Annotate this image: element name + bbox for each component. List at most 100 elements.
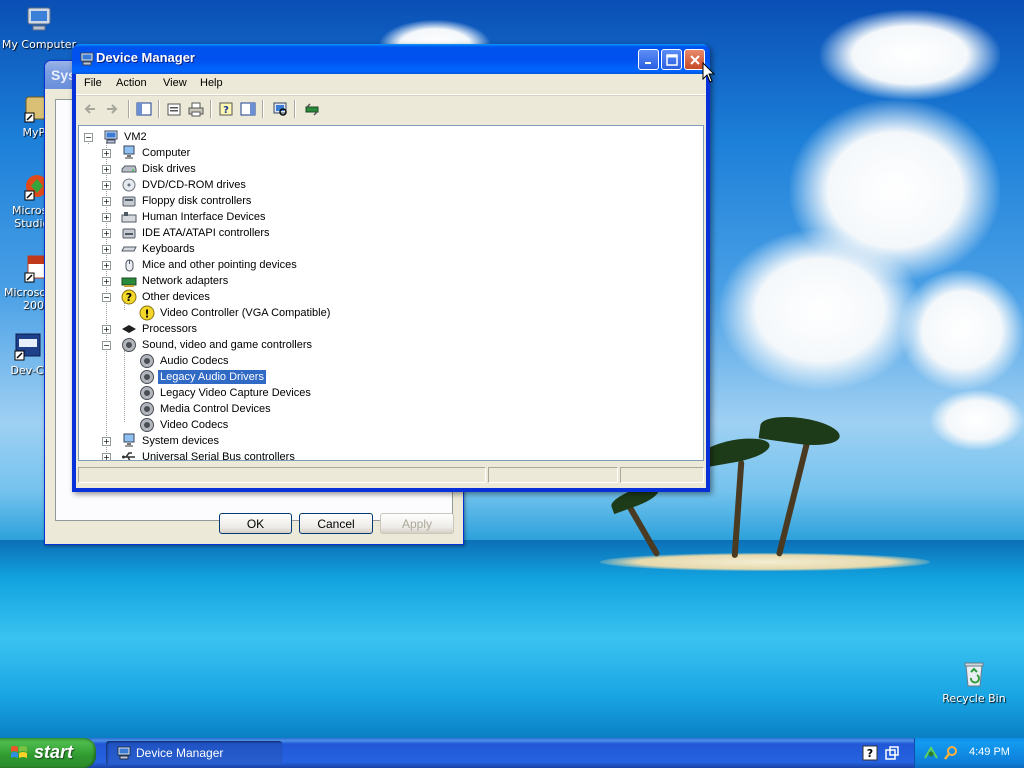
driver-icon xyxy=(305,103,319,116)
show-hide-console-tree-button[interactable] xyxy=(134,99,154,119)
tree-node-label-selected: Legacy Audio Drivers xyxy=(157,369,267,385)
collapse-toggle[interactable]: − xyxy=(102,292,111,302)
minimize-button[interactable] xyxy=(638,49,659,70)
system-tray: 4:49 PM xyxy=(914,738,1024,768)
scan-hardware-button[interactable] xyxy=(270,99,290,119)
windows-logo-icon xyxy=(11,746,27,758)
tree-device-video-controller[interactable]: ! Video Controller (VGA Compatible) xyxy=(139,305,332,321)
speaker-icon xyxy=(139,401,155,417)
tree-category-dvd-cdrom-drives[interactable]: + DVD/CD-ROM drives xyxy=(102,177,248,193)
properties-button[interactable] xyxy=(164,99,184,119)
tree-device-video-codecs[interactable]: Video Codecs xyxy=(139,417,230,433)
desktop-icon-recycle-bin[interactable]: Recycle Bin xyxy=(935,658,1013,705)
tree-line xyxy=(124,350,125,422)
status-cell xyxy=(620,467,704,483)
help-button[interactable]: ? xyxy=(216,99,236,119)
print-button[interactable] xyxy=(186,99,206,119)
tree-device-media-control-devices[interactable]: Media Control Devices xyxy=(139,401,273,417)
speaker-icon xyxy=(139,353,155,369)
tree-category-sound-video-game-controllers[interactable]: − Sound, video and game controllers xyxy=(102,337,314,353)
clock[interactable]: 4:49 PM xyxy=(969,746,1010,758)
apply-button[interactable]: Apply xyxy=(380,513,454,534)
tray-search-icon-button[interactable] xyxy=(943,745,959,764)
tree-category-ide-ata-atapi-controllers[interactable]: + IDE ATA/ATAPI controllers xyxy=(102,225,272,241)
expand-toggle[interactable]: + xyxy=(102,436,111,446)
desktop-icon-label: My Computer xyxy=(1,38,77,51)
cursor-arrow-icon xyxy=(702,61,716,83)
cd-drive-icon xyxy=(121,177,137,193)
tree-device-legacy-video-capture-devices[interactable]: Legacy Video Capture Devices xyxy=(139,385,313,401)
menu-file[interactable]: File xyxy=(84,77,102,89)
tree-category-computer[interactable]: + Computer xyxy=(102,145,192,161)
warning-device-icon: ! xyxy=(139,305,155,321)
expand-toggle[interactable]: + xyxy=(102,452,111,460)
cloud xyxy=(930,390,1024,450)
menu-help[interactable]: Help xyxy=(200,77,223,89)
close-icon xyxy=(689,54,700,65)
recycle-bin-icon xyxy=(958,658,990,690)
tree-category-human-interface-devices[interactable]: + Human Interface Devices xyxy=(102,209,268,225)
update-driver-button[interactable] xyxy=(302,99,322,119)
tree-device-audio-codecs[interactable]: Audio Codecs xyxy=(139,353,231,369)
start-button[interactable]: start xyxy=(0,738,96,768)
menu-action[interactable]: Action xyxy=(116,77,147,89)
cloud xyxy=(720,230,920,390)
expand-toggle[interactable]: + xyxy=(102,148,111,158)
maximize-icon xyxy=(665,53,678,66)
tree-node-label: Mice and other pointing devices xyxy=(142,259,297,271)
tree-category-keyboards[interactable]: + Keyboards xyxy=(102,241,197,257)
tray-network-icon-button[interactable] xyxy=(923,745,939,764)
tree-category-system-devices[interactable]: + System devices xyxy=(102,433,221,449)
show-hide-action-pane-button[interactable] xyxy=(238,99,258,119)
device-manager-titlebar[interactable]: Device Manager xyxy=(72,44,710,74)
speaker-icon xyxy=(139,369,155,385)
menu-view[interactable]: View xyxy=(163,77,187,89)
taskbar-item-device-manager[interactable]: Device Manager xyxy=(106,741,282,765)
expand-toggle[interactable]: + xyxy=(102,228,111,238)
ok-button[interactable]: OK xyxy=(219,513,292,534)
back-button[interactable] xyxy=(80,99,100,119)
device-manager-window[interactable]: Device Manager File Action View Help ? −… xyxy=(72,44,710,492)
usb-icon xyxy=(121,449,137,460)
menu-bar: File Action View Help xyxy=(76,74,706,95)
keyboard-icon xyxy=(121,241,137,257)
svg-text:!: ! xyxy=(144,308,149,321)
expand-toggle[interactable]: + xyxy=(102,164,111,174)
cloud xyxy=(820,10,1000,100)
unknown-device-icon: ? xyxy=(121,289,137,305)
expand-toggle[interactable]: + xyxy=(102,180,111,190)
windows-icon xyxy=(885,746,899,760)
tree-category-network-adapters[interactable]: + Network adapters xyxy=(102,273,230,289)
tree-node-label: Video Controller (VGA Compatible) xyxy=(160,307,331,319)
mouse-icon xyxy=(121,257,137,273)
expand-toggle[interactable]: + xyxy=(102,324,111,334)
tree-category-other-devices[interactable]: − ? Other devices xyxy=(102,289,212,305)
tree-category-disk-drives[interactable]: + Disk drives xyxy=(102,161,198,177)
maximize-button[interactable] xyxy=(661,49,682,70)
tree-category-floppy-disk-controllers[interactable]: + Floppy disk controllers xyxy=(102,193,253,209)
collapse-toggle[interactable]: − xyxy=(102,340,111,350)
monitor-icon xyxy=(121,433,137,449)
device-tree: − VM2 + Computer + Disk drives + DVD/CD-… xyxy=(78,125,704,461)
restore-tray-button[interactable] xyxy=(884,745,900,764)
forward-button[interactable] xyxy=(102,99,122,119)
expand-toggle[interactable]: + xyxy=(102,244,111,254)
tree-category-processors[interactable]: + Processors xyxy=(102,321,199,337)
collapse-toggle[interactable]: − xyxy=(84,132,93,142)
help-tray-button[interactable]: ? xyxy=(862,745,878,764)
expand-toggle[interactable]: + xyxy=(102,212,111,222)
tree-category-usb-controllers[interactable]: + Universal Serial Bus controllers xyxy=(102,449,297,460)
desktop-icon-my-computer[interactable]: My Computer xyxy=(0,4,78,51)
tree-node-label: Computer xyxy=(142,147,191,159)
tree-root[interactable]: − VM2 xyxy=(84,129,149,145)
taskbar-item-label: Device Manager xyxy=(136,746,224,760)
expand-toggle[interactable]: + xyxy=(102,196,111,206)
cancel-button[interactable]: Cancel xyxy=(299,513,373,534)
expand-toggle[interactable]: + xyxy=(102,276,111,286)
tree-device-legacy-audio-drivers[interactable]: Legacy Audio Drivers xyxy=(139,369,267,385)
expand-toggle[interactable]: + xyxy=(102,260,111,270)
scan-hardware-icon xyxy=(273,102,287,116)
devc-icon xyxy=(11,330,43,362)
device-manager-icon xyxy=(117,746,131,760)
tree-category-mice[interactable]: + Mice and other pointing devices xyxy=(102,257,299,273)
